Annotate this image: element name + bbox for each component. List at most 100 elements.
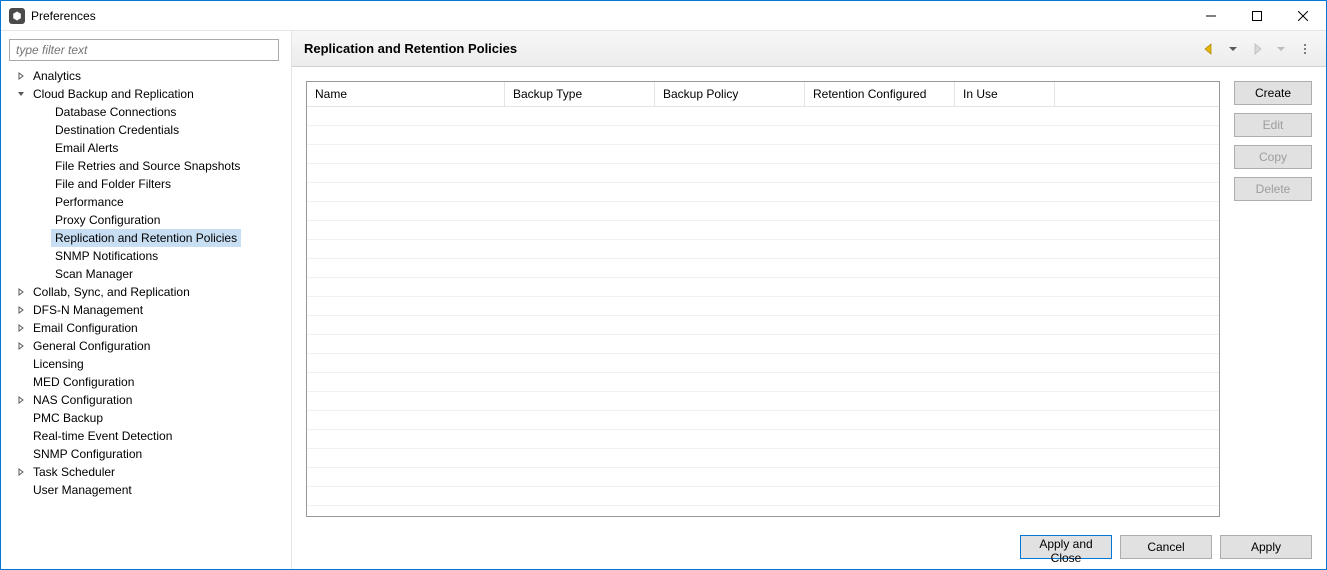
- column-header-filler: [1055, 82, 1219, 106]
- cancel-button[interactable]: Cancel: [1120, 535, 1212, 559]
- tree-item-label: MED Configuration: [29, 373, 138, 391]
- tree-item[interactable]: NAS Configuration: [9, 391, 283, 409]
- chevron-right-icon[interactable]: [15, 468, 27, 476]
- column-header[interactable]: Retention Configured: [805, 82, 955, 106]
- tree-item[interactable]: Replication and Retention Policies: [9, 229, 283, 247]
- header-toolbar: [1200, 40, 1314, 58]
- tree-item[interactable]: Task Scheduler: [9, 463, 283, 481]
- tree-item[interactable]: Cloud Backup and Replication: [9, 85, 283, 103]
- table-row: [307, 297, 1219, 316]
- chevron-right-icon[interactable]: [15, 306, 27, 314]
- menu-dots-icon[interactable]: [1296, 40, 1314, 58]
- tree-item-label: File Retries and Source Snapshots: [51, 157, 244, 175]
- tree-item[interactable]: Destination Credentials: [9, 121, 283, 139]
- tree-item[interactable]: PMC Backup: [9, 409, 283, 427]
- chevron-right-icon[interactable]: [15, 324, 27, 332]
- chevron-down-icon[interactable]: [15, 90, 27, 98]
- dropdown-caret-icon[interactable]: [1224, 40, 1242, 58]
- tree-item[interactable]: SNMP Notifications: [9, 247, 283, 265]
- table-header: NameBackup TypeBackup PolicyRetention Co…: [307, 82, 1219, 107]
- chevron-right-icon[interactable]: [15, 72, 27, 80]
- table-row: [307, 506, 1219, 516]
- table-row: [307, 145, 1219, 164]
- table-row: [307, 411, 1219, 430]
- copy-button[interactable]: Copy: [1234, 145, 1312, 169]
- column-header[interactable]: Backup Type: [505, 82, 655, 106]
- column-header[interactable]: Backup Policy: [655, 82, 805, 106]
- main-panel: Replication and Retention Policies: [291, 31, 1326, 569]
- nav-tree: AnalyticsCloud Backup and ReplicationDat…: [9, 67, 283, 499]
- close-button[interactable]: [1280, 1, 1326, 30]
- table-row: [307, 316, 1219, 335]
- tree-item[interactable]: MED Configuration: [9, 373, 283, 391]
- minimize-button[interactable]: [1188, 1, 1234, 30]
- tree-item-label: General Configuration: [29, 337, 154, 355]
- tree-item[interactable]: Email Configuration: [9, 319, 283, 337]
- tree-item[interactable]: Proxy Configuration: [9, 211, 283, 229]
- table-row: [307, 278, 1219, 297]
- tree-item[interactable]: Analytics: [9, 67, 283, 85]
- tree-item-label: Cloud Backup and Replication: [29, 85, 198, 103]
- tree-item-label: NAS Configuration: [29, 391, 136, 409]
- tree-item-label: Database Connections: [51, 103, 180, 121]
- table-row: [307, 335, 1219, 354]
- tree-item-label: File and Folder Filters: [51, 175, 175, 193]
- tree-item-label: Performance: [51, 193, 128, 211]
- column-header[interactable]: Name: [307, 82, 505, 106]
- tree-item[interactable]: Email Alerts: [9, 139, 283, 157]
- table-row: [307, 202, 1219, 221]
- table-row: [307, 449, 1219, 468]
- back-icon[interactable]: [1200, 40, 1218, 58]
- action-buttons: Create Edit Copy Delete: [1234, 81, 1312, 517]
- tree-item[interactable]: Scan Manager: [9, 265, 283, 283]
- tree-item[interactable]: Licensing: [9, 355, 283, 373]
- table-row: [307, 164, 1219, 183]
- column-header[interactable]: In Use: [955, 82, 1055, 106]
- tree-item[interactable]: User Management: [9, 481, 283, 499]
- tree-item-label: Task Scheduler: [29, 463, 119, 481]
- window-title: Preferences: [31, 9, 96, 23]
- tree-item-label: User Management: [29, 481, 136, 499]
- tree-item[interactable]: General Configuration: [9, 337, 283, 355]
- create-button[interactable]: Create: [1234, 81, 1312, 105]
- tree-item[interactable]: Collab, Sync, and Replication: [9, 283, 283, 301]
- dropdown-caret-icon[interactable]: [1272, 40, 1290, 58]
- tree-item[interactable]: SNMP Configuration: [9, 445, 283, 463]
- chevron-right-icon[interactable]: [15, 396, 27, 404]
- tree-item[interactable]: Real-time Event Detection: [9, 427, 283, 445]
- apply-button[interactable]: Apply: [1220, 535, 1312, 559]
- tree-item-label: Analytics: [29, 67, 85, 85]
- table-row: [307, 468, 1219, 487]
- app-icon: [9, 8, 25, 24]
- chevron-right-icon[interactable]: [15, 342, 27, 350]
- forward-icon[interactable]: [1248, 40, 1266, 58]
- sidebar: AnalyticsCloud Backup and ReplicationDat…: [1, 31, 291, 569]
- edit-button[interactable]: Edit: [1234, 113, 1312, 137]
- tree-item[interactable]: Performance: [9, 193, 283, 211]
- table-row: [307, 240, 1219, 259]
- apply-and-close-button[interactable]: Apply and Close: [1020, 535, 1112, 559]
- tree-item-label: Scan Manager: [51, 265, 137, 283]
- table-row: [307, 107, 1219, 126]
- tree-item-label: Licensing: [29, 355, 88, 373]
- titlebar: Preferences: [1, 1, 1326, 31]
- policies-table: NameBackup TypeBackup PolicyRetention Co…: [306, 81, 1220, 517]
- maximize-button[interactable]: [1234, 1, 1280, 30]
- tree-item[interactable]: File Retries and Source Snapshots: [9, 157, 283, 175]
- content-row: NameBackup TypeBackup PolicyRetention Co…: [292, 67, 1326, 525]
- tree-item-label: Email Configuration: [29, 319, 142, 337]
- tree-item[interactable]: Database Connections: [9, 103, 283, 121]
- tree-item-label: Destination Credentials: [51, 121, 183, 139]
- table-row: [307, 259, 1219, 278]
- table-row: [307, 183, 1219, 202]
- tree-item[interactable]: DFS-N Management: [9, 301, 283, 319]
- table-row: [307, 392, 1219, 411]
- table-row: [307, 373, 1219, 392]
- filter-input[interactable]: [9, 39, 279, 61]
- section-title: Replication and Retention Policies: [304, 41, 517, 56]
- tree-item-label: SNMP Configuration: [29, 445, 146, 463]
- chevron-right-icon[interactable]: [15, 288, 27, 296]
- tree-item[interactable]: File and Folder Filters: [9, 175, 283, 193]
- tree-item-label: Proxy Configuration: [51, 211, 164, 229]
- delete-button[interactable]: Delete: [1234, 177, 1312, 201]
